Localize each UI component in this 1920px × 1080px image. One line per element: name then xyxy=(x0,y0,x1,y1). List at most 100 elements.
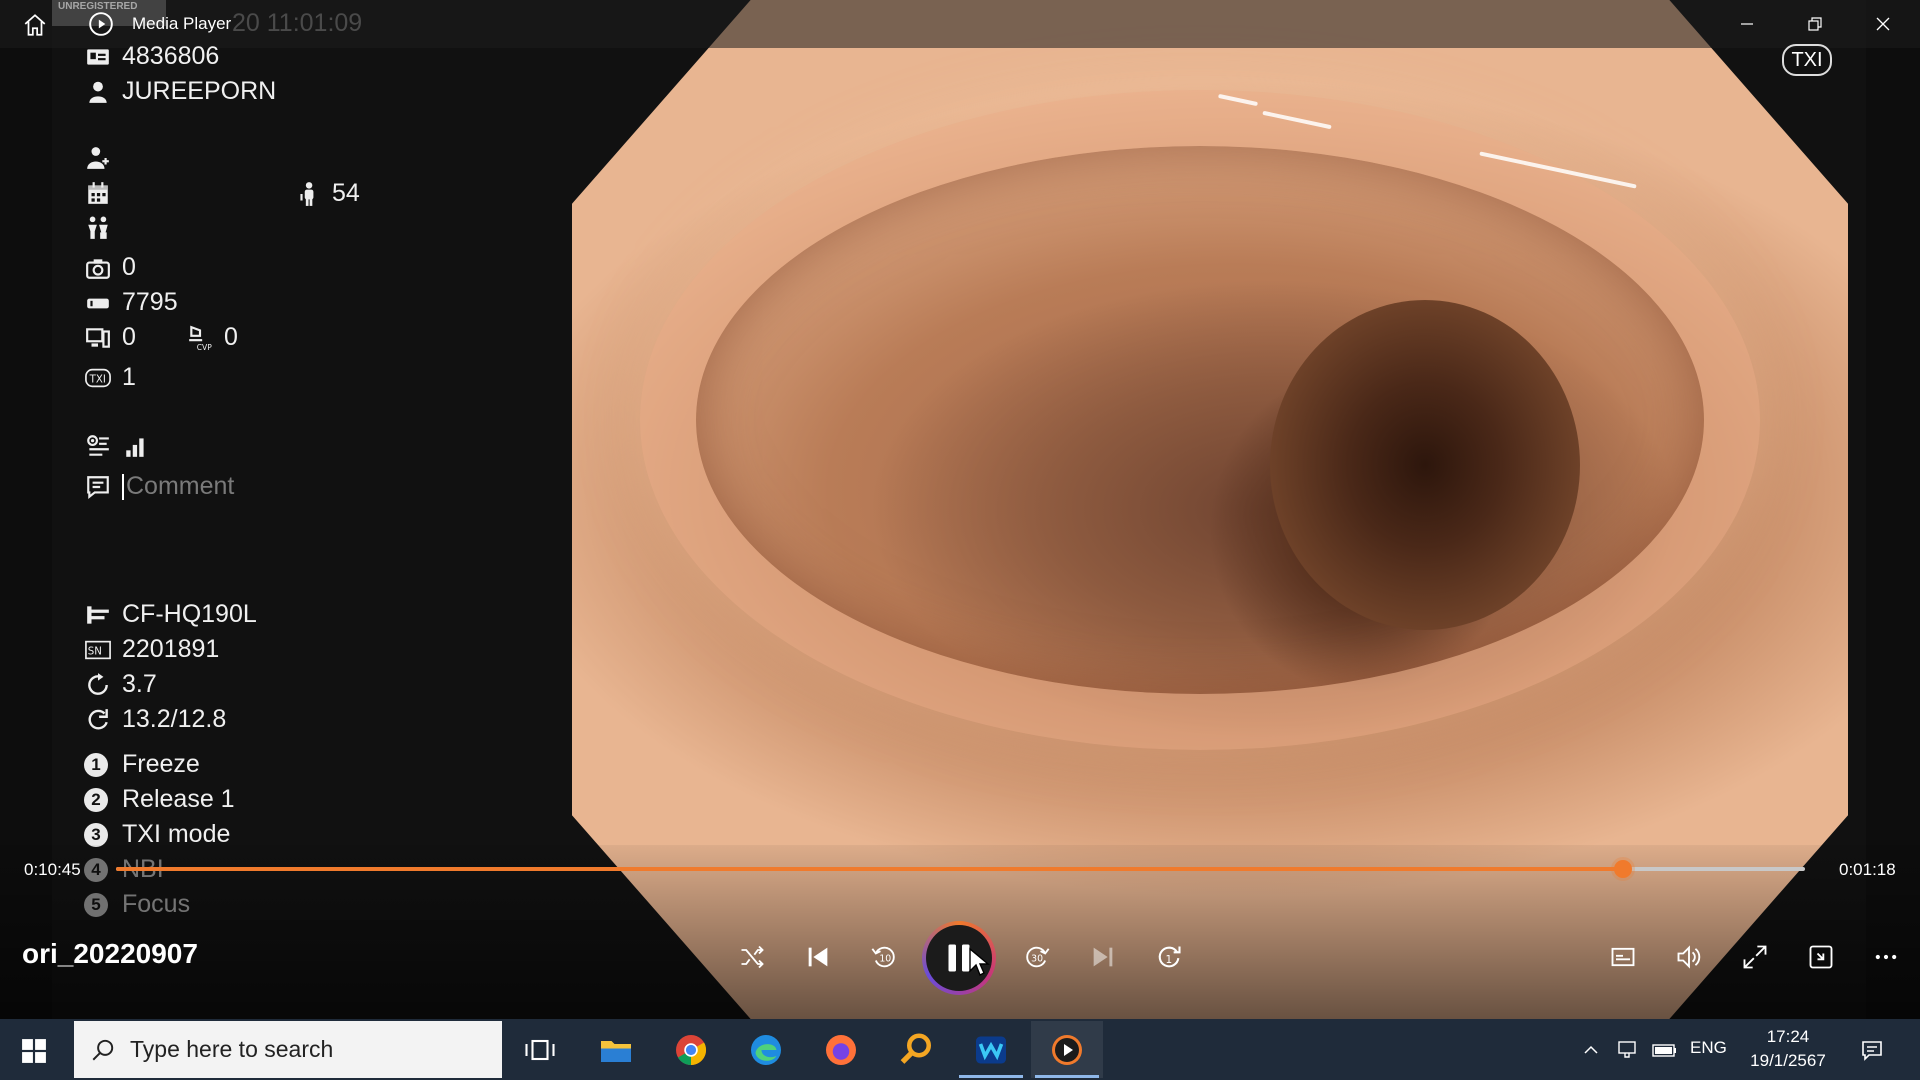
repeat-one-icon: 1 xyxy=(1158,946,1181,968)
seek-bar-progress xyxy=(116,867,1624,871)
txi-icon: TXI xyxy=(84,365,112,391)
file-explorer-button[interactable] xyxy=(580,1021,652,1078)
age-person-icon xyxy=(294,181,322,207)
next-icon xyxy=(1093,947,1113,967)
webex-button[interactable] xyxy=(955,1021,1027,1078)
camera-icon xyxy=(84,255,112,281)
forward-30-icon: 30 xyxy=(1026,946,1050,968)
comment-placeholder[interactable]: Comment xyxy=(126,472,234,501)
gender-icon xyxy=(84,215,112,241)
menu-label: Release 1 xyxy=(122,785,235,813)
rotation-icon xyxy=(84,672,112,698)
repeat-one-button[interactable]: 1 xyxy=(1147,935,1191,979)
rewind-10-button[interactable]: 10 xyxy=(862,935,906,979)
file-name: ori_20220907 xyxy=(22,938,198,969)
svg-text:TXI: TXI xyxy=(89,374,106,385)
rotation-value: 3.7 xyxy=(122,670,157,698)
cvp-icon: CVP xyxy=(186,325,214,351)
app-title: Media Player xyxy=(132,14,232,33)
restore-button[interactable] xyxy=(1792,8,1838,40)
search-tool-button[interactable] xyxy=(880,1021,952,1078)
notifications-button[interactable] xyxy=(1854,1037,1890,1063)
chrome-button[interactable] xyxy=(655,1021,727,1078)
volume-button[interactable] xyxy=(1667,935,1711,979)
more-options-button[interactable] xyxy=(1864,935,1908,979)
photo-count: 0 xyxy=(122,253,136,281)
magnifier-icon xyxy=(900,1033,931,1064)
cvp-count-row: CVP 0 xyxy=(186,323,238,352)
patient-id-row: 4836806 xyxy=(84,42,219,71)
serial-number: 2201891 xyxy=(122,635,220,663)
cvp-count: 0 xyxy=(224,323,238,351)
doctor-icon xyxy=(84,145,112,171)
captions-button[interactable] xyxy=(1601,935,1645,979)
previous-button[interactable] xyxy=(796,935,840,979)
show-hidden-icons-button[interactable] xyxy=(1580,1037,1602,1063)
elapsed-time: 0:10:45 xyxy=(24,860,81,879)
age-row: 54 xyxy=(294,179,360,208)
edge-button[interactable] xyxy=(730,1021,802,1078)
input-language[interactable]: ENG xyxy=(1690,1038,1727,1058)
close-button[interactable] xyxy=(1860,8,1906,40)
search-icon xyxy=(92,1039,114,1060)
seek-bar[interactable] xyxy=(116,860,1805,878)
menu-item-freeze: 1 Freeze xyxy=(84,750,200,779)
comment-row[interactable]: Comment xyxy=(84,472,234,501)
taskbar-search-box[interactable]: Type here to search xyxy=(74,1021,502,1078)
signal-row xyxy=(84,433,160,459)
mini-player-button[interactable] xyxy=(1799,935,1843,979)
air-settings-icon xyxy=(84,433,112,459)
txi-mode-badge: TXI xyxy=(1782,44,1832,76)
menu-number: 2 xyxy=(84,787,108,812)
svg-text:SN: SN xyxy=(88,646,102,657)
minimize-button[interactable] xyxy=(1724,8,1770,40)
media-player-taskbar-button[interactable] xyxy=(1031,1021,1103,1078)
title-bar: UNREGISTERED 20 11:01:09 Media Player xyxy=(0,0,1920,48)
taskbar: Type here to search ENG 17:24 19/1/2567 xyxy=(0,1019,1920,1080)
webex-icon xyxy=(976,1036,1006,1063)
home-icon[interactable] xyxy=(22,12,48,38)
menu-item-release: 2 Release 1 xyxy=(84,785,235,814)
battery-button[interactable] xyxy=(1650,1037,1680,1063)
next-button[interactable] xyxy=(1081,935,1125,979)
loop-value-row: 13.2/12.8 xyxy=(84,705,226,734)
forward-30-button[interactable]: 30 xyxy=(1015,935,1059,979)
start-button[interactable] xyxy=(14,1031,54,1071)
search-placeholder[interactable]: Type here to search xyxy=(130,1036,333,1063)
shuffle-button[interactable] xyxy=(730,935,774,979)
system-clock[interactable]: 17:24 19/1/2567 xyxy=(1736,1025,1840,1073)
task-view-button[interactable] xyxy=(504,1021,576,1078)
clock-date: 19/1/2567 xyxy=(1750,1051,1826,1070)
scope-counter-row: 7795 xyxy=(84,288,178,317)
id-card-icon xyxy=(84,44,112,70)
menu-label: Focus xyxy=(122,890,191,918)
folder-icon xyxy=(601,1040,631,1062)
windows-logo-icon xyxy=(22,1039,46,1063)
remaining-time: 0:01:18 xyxy=(1839,860,1896,879)
firefox-button[interactable] xyxy=(805,1021,877,1078)
network-button[interactable] xyxy=(1614,1037,1640,1063)
menu-number: 3 xyxy=(84,822,108,847)
svg-text:CVP: CVP xyxy=(197,342,212,350)
calendar-icon xyxy=(84,180,112,206)
gender-row xyxy=(84,215,122,241)
svg-text:1: 1 xyxy=(1166,954,1173,966)
date-row xyxy=(84,180,122,206)
menu-number: 1 xyxy=(84,752,108,777)
menu-item-focus: 5 Focus xyxy=(84,890,190,919)
serial-number-icon: SN xyxy=(84,637,112,663)
monitor-count-row: 0 xyxy=(84,323,136,352)
endoscope-icon xyxy=(84,602,112,628)
patient-age: 54 xyxy=(332,179,360,207)
firefox-icon xyxy=(826,1034,856,1065)
fullscreen-button[interactable] xyxy=(1733,935,1777,979)
monitor-count: 0 xyxy=(122,323,136,351)
media-player-logo-icon xyxy=(88,11,114,37)
txi-level: 1 xyxy=(122,363,136,391)
scope-counter-icon xyxy=(84,290,112,316)
text-cursor xyxy=(122,473,124,500)
loop-icon xyxy=(84,707,112,733)
colon-fold-ring xyxy=(640,90,1760,750)
mouse-cursor-icon xyxy=(969,947,990,976)
comment-icon xyxy=(84,474,112,500)
